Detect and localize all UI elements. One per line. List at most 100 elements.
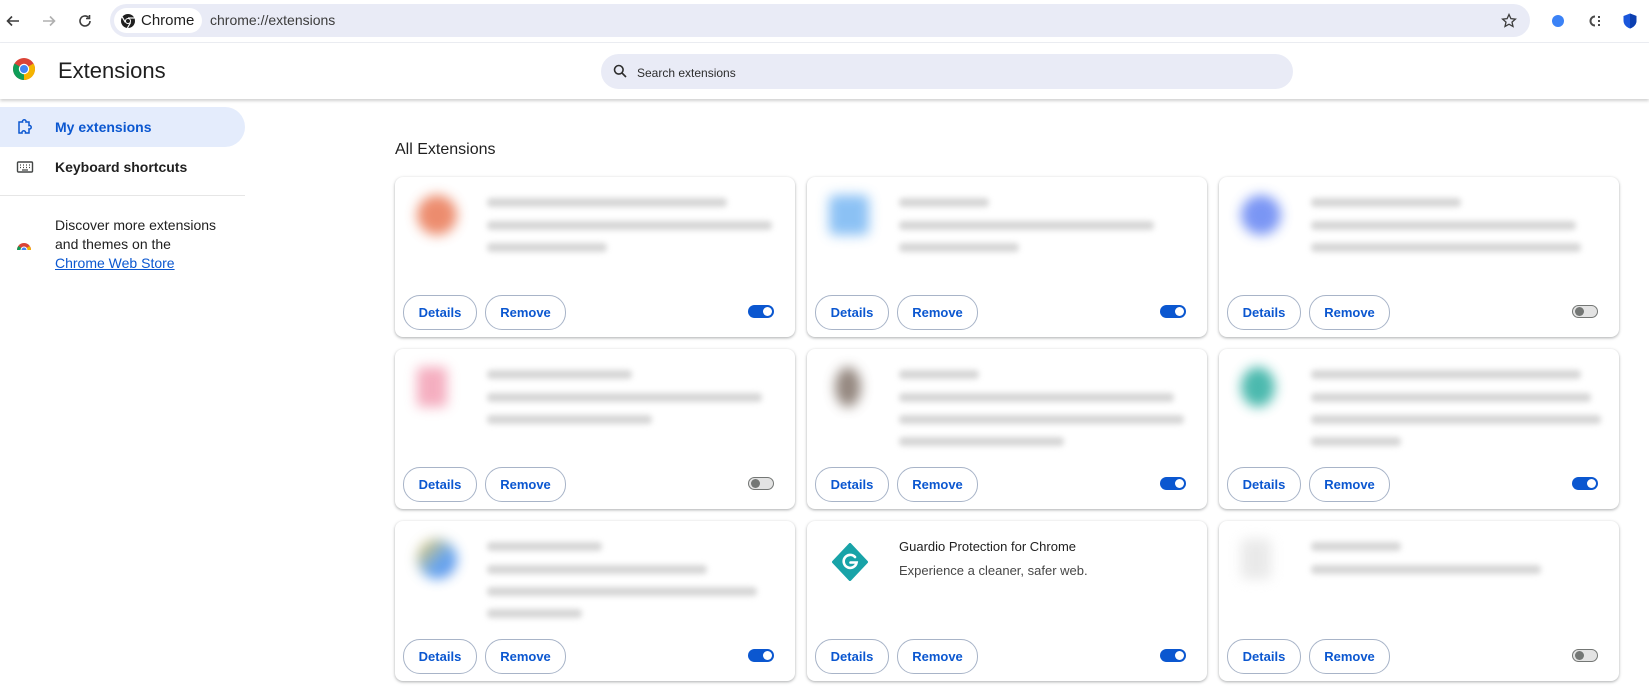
enable-toggle[interactable] <box>748 649 774 662</box>
remove-button[interactable]: Remove <box>897 639 978 674</box>
details-button[interactable]: Details <box>403 467 477 502</box>
blurred-description <box>487 609 582 618</box>
sidebar-item-label: Keyboard shortcuts <box>55 159 188 175</box>
blurred-description <box>1311 565 1541 574</box>
toggle-knob <box>1575 651 1584 660</box>
search-icon <box>613 64 627 78</box>
section-title: All Extensions <box>395 141 496 158</box>
blurred-name <box>1311 370 1581 379</box>
blurred-description <box>1311 437 1401 446</box>
blurred-description <box>487 243 607 252</box>
remove-button[interactable]: Remove <box>485 639 566 674</box>
extension-toolbar-button-shield[interactable] <box>1618 9 1642 33</box>
extension-card: Details Remove <box>807 177 1207 337</box>
toggle-knob <box>1175 651 1184 660</box>
remove-button[interactable]: Remove <box>1309 467 1390 502</box>
details-button[interactable]: Details <box>815 639 889 674</box>
toggle-knob <box>1587 479 1596 488</box>
remove-button[interactable]: Remove <box>1309 639 1390 674</box>
blurred-name <box>1311 542 1401 551</box>
enable-toggle[interactable] <box>1572 305 1598 318</box>
forward-button[interactable] <box>36 8 62 34</box>
toggle-knob <box>763 651 772 660</box>
blurred-description <box>1311 221 1576 230</box>
extension-card: Details Remove <box>1219 349 1619 509</box>
blurred-description <box>899 221 1154 230</box>
enable-toggle[interactable] <box>1160 305 1186 318</box>
extension-toolbar-button-c[interactable] <box>1583 9 1607 33</box>
enable-toggle[interactable] <box>1160 477 1186 490</box>
blue-dot-icon <box>1552 15 1564 27</box>
extension-card: Details Remove <box>807 349 1207 509</box>
search-input[interactable] <box>635 54 1279 91</box>
sidebar-item-keyboard-shortcuts[interactable]: Keyboard shortcuts <box>0 147 245 187</box>
enable-toggle[interactable] <box>1572 649 1598 662</box>
extension-card: Details Remove <box>1219 177 1619 337</box>
blurred-description <box>1311 243 1581 252</box>
extension-description: Experience a cleaner, safer web. <box>899 563 1088 578</box>
remove-button[interactable]: Remove <box>897 467 978 502</box>
toggle-knob <box>1175 479 1184 488</box>
blurred-description <box>487 221 772 230</box>
details-button[interactable]: Details <box>403 295 477 330</box>
blurred-name <box>487 198 727 207</box>
blurred-description <box>487 415 652 424</box>
url-text[interactable]: chrome://extensions <box>210 12 335 28</box>
puzzle-piece-icon <box>18 119 32 134</box>
reload-icon <box>79 15 91 27</box>
extension-icon <box>417 195 457 235</box>
toggle-knob <box>751 479 760 488</box>
address-bar[interactable]: Chrome chrome://extensions <box>110 4 1530 37</box>
toggle-knob <box>763 307 772 316</box>
extension-card: Details Remove <box>395 177 795 337</box>
extension-icon <box>835 367 861 407</box>
details-button[interactable]: Details <box>815 295 889 330</box>
back-button[interactable] <box>0 8 26 34</box>
sidebar-item-my-extensions[interactable]: My extensions <box>0 107 245 147</box>
site-info-chip[interactable]: Chrome <box>114 8 203 33</box>
details-button[interactable]: Details <box>1227 467 1301 502</box>
remove-button[interactable]: Remove <box>897 295 978 330</box>
extension-card: Details Remove <box>395 521 795 681</box>
keyboard-icon <box>16 161 34 173</box>
reload-button[interactable] <box>72 8 98 34</box>
details-button[interactable]: Details <box>1227 295 1301 330</box>
blurred-description <box>899 437 1064 446</box>
toggle-knob <box>1175 307 1184 316</box>
enable-toggle[interactable] <box>1572 477 1598 490</box>
remove-button[interactable]: Remove <box>1309 295 1390 330</box>
enable-toggle[interactable] <box>748 477 774 490</box>
extension-icon <box>417 539 457 579</box>
enable-toggle[interactable] <box>748 305 774 318</box>
search-bar[interactable] <box>601 54 1293 91</box>
star-icon <box>1501 13 1517 28</box>
blurred-description <box>1311 415 1601 424</box>
chrome-web-store-link[interactable]: Chrome Web Store <box>55 255 175 271</box>
extension-card: Details Remove <box>395 349 795 509</box>
blurred-name <box>487 370 632 379</box>
blurred-description <box>487 565 707 574</box>
extension-icon <box>1241 539 1271 579</box>
remove-button[interactable]: Remove <box>485 467 566 502</box>
chrome-icon <box>121 13 135 28</box>
extension-icon <box>829 195 869 235</box>
blurred-description <box>1311 393 1591 402</box>
toggle-knob <box>1575 307 1584 316</box>
extension-icon <box>417 367 447 407</box>
blurred-name <box>487 542 602 551</box>
extension-toolbar-button-blue[interactable] <box>1546 9 1570 33</box>
details-button[interactable]: Details <box>815 467 889 502</box>
shield-icon <box>1623 13 1637 29</box>
enable-toggle[interactable] <box>1160 649 1186 662</box>
details-button[interactable]: Details <box>403 639 477 674</box>
extension-icon <box>1241 367 1275 407</box>
chrome-web-store-icon <box>17 243 31 250</box>
bookmark-star-button[interactable] <box>1498 10 1520 32</box>
blurred-name <box>1311 198 1461 207</box>
sidebar-divider <box>0 195 245 196</box>
remove-button[interactable]: Remove <box>485 295 566 330</box>
browser-toolbar: Chrome chrome://extensions <box>0 0 1649 43</box>
site-chip-label: Chrome <box>141 12 195 29</box>
page-title: Extensions <box>58 58 166 83</box>
details-button[interactable]: Details <box>1227 639 1301 674</box>
